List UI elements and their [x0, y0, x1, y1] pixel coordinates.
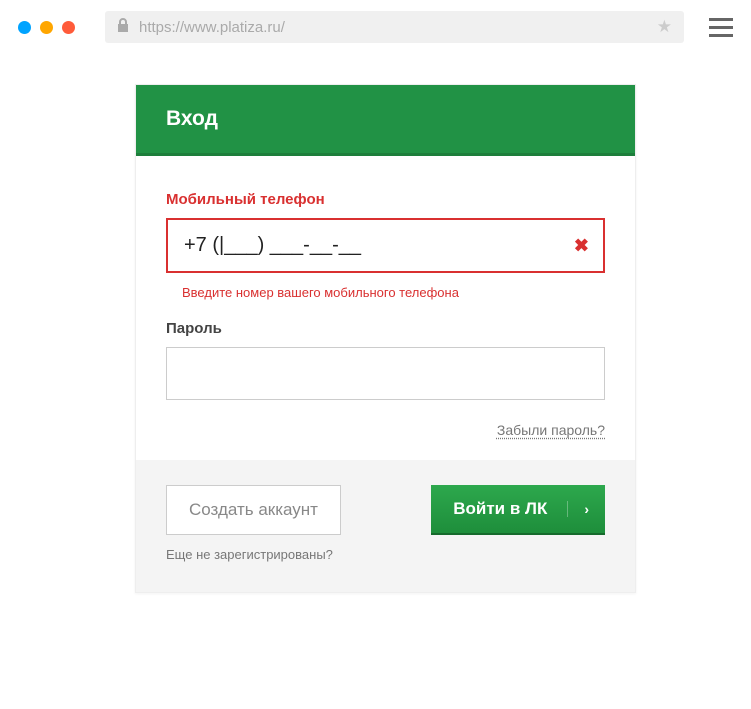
submit-col: Войти в ЛК ›	[431, 485, 605, 535]
url-text: https://www.platiza.ru/	[139, 19, 657, 36]
create-account-button[interactable]: Создать аккаунт	[166, 485, 341, 535]
password-input-wrapper	[166, 347, 605, 400]
bookmark-star-icon[interactable]: ★	[657, 17, 672, 37]
phone-label: Мобильный телефон	[166, 191, 605, 208]
login-form: Мобильный телефон ✖ Введите номер вашего…	[136, 156, 635, 460]
create-account-helper: Еще не зарегистрированы?	[166, 547, 341, 562]
clear-phone-icon[interactable]: ✖	[574, 235, 589, 256]
window-maximize-light[interactable]	[62, 21, 75, 34]
chevron-right-icon: ›	[567, 501, 605, 517]
browser-chrome: https://www.platiza.ru/ ★	[0, 0, 751, 54]
login-submit-label: Войти в ЛК	[453, 499, 547, 519]
forgot-password-link[interactable]: Забыли пароль?	[497, 422, 605, 438]
login-box: Вход Мобильный телефон ✖ Введите номер в…	[135, 84, 636, 593]
login-submit-button[interactable]: Войти в ЛК ›	[431, 485, 605, 535]
url-bar[interactable]: https://www.platiza.ru/ ★	[105, 11, 684, 43]
phone-input[interactable]	[166, 218, 605, 273]
window-minimize-light[interactable]	[40, 21, 53, 34]
login-header: Вход	[136, 85, 635, 156]
login-title: Вход	[166, 107, 218, 130]
login-footer: Создать аккаунт Еще не зарегистрированы?…	[136, 460, 635, 592]
lock-icon	[117, 18, 129, 36]
password-input[interactable]	[166, 347, 605, 400]
password-section: Пароль	[166, 320, 605, 400]
password-label: Пароль	[166, 320, 605, 337]
window-close-light[interactable]	[18, 21, 31, 34]
forgot-password-wrapper: Забыли пароль?	[166, 422, 605, 440]
create-account-col: Создать аккаунт Еще не зарегистрированы?	[166, 485, 341, 562]
content-area: Вход Мобильный телефон ✖ Введите номер в…	[0, 54, 751, 613]
traffic-lights	[18, 21, 75, 34]
phone-input-wrapper: ✖	[166, 218, 605, 273]
phone-error-message: Введите номер вашего мобильного телефона	[182, 285, 605, 300]
menu-hamburger-icon[interactable]	[709, 13, 733, 42]
